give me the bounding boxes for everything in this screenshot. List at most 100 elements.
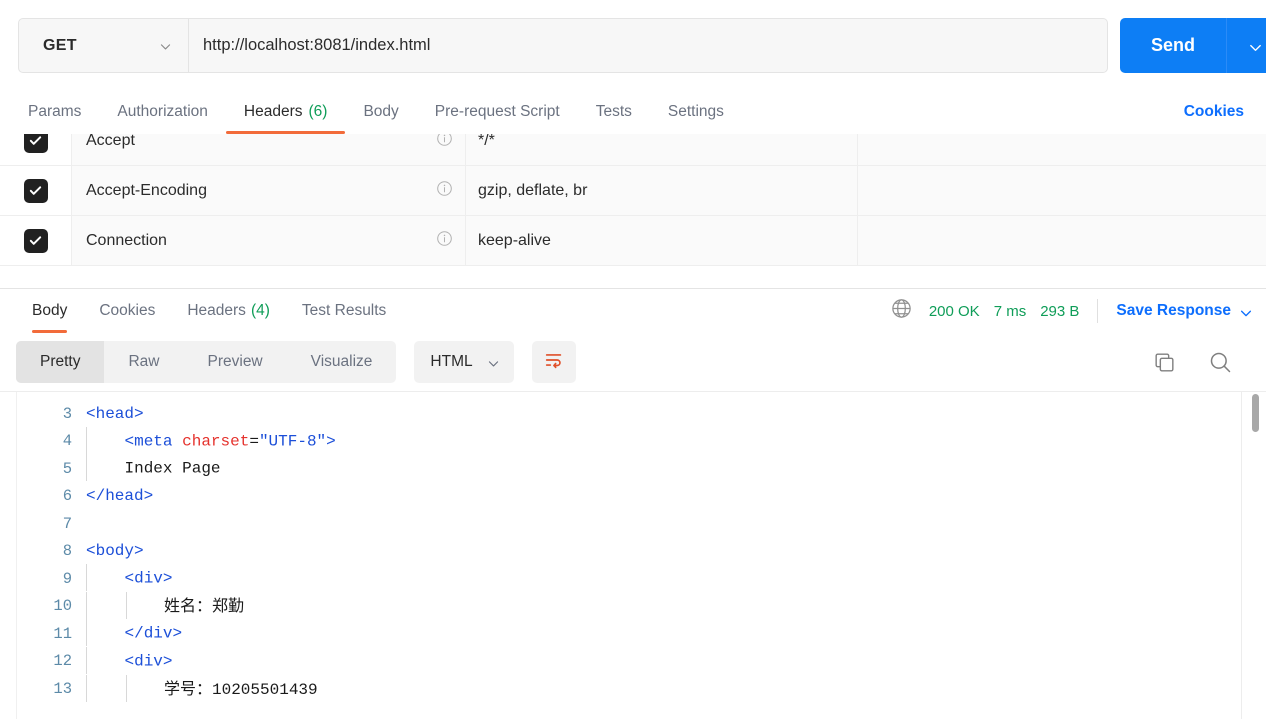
send-group: Send <box>1120 18 1266 73</box>
request-tab-pre-request-script[interactable]: Pre-request Script <box>417 90 578 134</box>
response-view-toolbar: Pretty Raw Preview Visualize HTML <box>0 333 1266 391</box>
response-tab-headers[interactable]: Headers (4) <box>171 289 286 333</box>
code-text: <body> <box>86 542 144 560</box>
table-row[interactable]: Accept */* <box>0 134 1266 166</box>
code-line: 13 学号：10205501439 <box>0 674 1266 703</box>
header-key-text: Accept-Encoding <box>86 181 207 199</box>
header-enabled-checkbox[interactable] <box>23 178 48 203</box>
request-tab-params[interactable]: Params <box>28 90 99 134</box>
request-bar: GET Send <box>0 0 1266 90</box>
indent-guide <box>86 564 87 592</box>
url-input[interactable] <box>203 36 1107 55</box>
response-tab-cookies[interactable]: Cookies <box>83 289 171 333</box>
code-line: 6 </head> <box>0 483 1266 511</box>
line-number: 12 <box>53 652 72 671</box>
code-text: <div> <box>86 646 173 675</box>
save-response-button[interactable]: Save Response <box>1116 302 1252 320</box>
send-button[interactable]: Send <box>1120 18 1226 73</box>
tab-label: Body <box>32 302 68 319</box>
view-mode-pretty[interactable]: Pretty <box>16 341 105 383</box>
code-text: 姓名：郑勤 <box>86 592 244 620</box>
tab-label: Headers <box>243 103 303 120</box>
header-description-cell[interactable] <box>858 134 1266 165</box>
response-tab-test-results[interactable]: Test Results <box>286 289 402 333</box>
info-icon[interactable] <box>436 180 453 202</box>
view-mode-visualize[interactable]: Visualize <box>287 341 397 383</box>
wrap-text-icon <box>543 349 565 376</box>
code-text: 学号：10205501439 <box>86 674 318 703</box>
code-line: 5 Index Page <box>0 454 1266 483</box>
http-method-select[interactable]: GET <box>19 19 189 72</box>
header-key-cell[interactable]: Accept-Encoding <box>72 166 466 215</box>
code-scrollbar-thumb[interactable] <box>1252 394 1259 432</box>
language-select[interactable]: HTML <box>414 341 514 383</box>
request-tab-headers[interactable]: Headers (6) <box>225 90 346 134</box>
indent-guide <box>125 674 127 702</box>
response-tab-body[interactable]: Body <box>16 289 83 333</box>
header-description-cell[interactable] <box>858 166 1266 215</box>
cookies-link[interactable]: Cookies <box>1184 90 1244 134</box>
code-text: <head> <box>86 405 144 423</box>
header-description-cell[interactable] <box>858 216 1266 265</box>
wrap-text-button[interactable] <box>531 341 576 383</box>
request-tab-tests[interactable]: Tests <box>578 90 650 134</box>
row-checkbox-cell <box>0 216 72 265</box>
code-token-tag: > <box>326 432 336 451</box>
code-token-eq: = <box>249 432 259 451</box>
line-number: 10 <box>53 597 72 616</box>
language-label: HTML <box>430 353 473 370</box>
code-token-txt: Index Page <box>124 459 221 478</box>
request-tab-authorization[interactable]: Authorization <box>99 90 225 134</box>
header-value-cell[interactable]: gzip, deflate, br <box>466 166 858 215</box>
tab-label: Body <box>363 103 399 120</box>
response-body-code[interactable]: 3 <head> 4 <meta charset="UTF-8"> 5 Index Pag… <box>0 391 1266 719</box>
code-token-tag: </div> <box>124 624 183 643</box>
line-number: 11 <box>53 624 72 643</box>
request-tab-settings[interactable]: Settings <box>650 90 742 134</box>
response-time: 7 ms <box>993 302 1027 320</box>
line-number: 8 <box>62 542 72 561</box>
copy-icon[interactable] <box>1152 350 1177 375</box>
tab-label: Params <box>28 103 82 120</box>
header-key-text: Accept <box>86 134 135 149</box>
tab-count: (4) <box>250 302 270 319</box>
indent-guide <box>86 646 87 674</box>
request-tab-body[interactable]: Body <box>345 90 416 134</box>
response-status: 200 OK <box>928 302 980 320</box>
header-value-cell[interactable]: */* <box>466 134 858 165</box>
line-number: 6 <box>62 487 72 506</box>
header-value-text: gzip, deflate, br <box>478 181 588 199</box>
indent-guide <box>125 592 127 620</box>
indent-guide <box>86 619 87 647</box>
view-mode-preview[interactable]: Preview <box>184 341 287 383</box>
code-token-tag: </head> <box>86 487 154 506</box>
row-checkbox-cell <box>0 134 72 165</box>
code-line: 10 姓名：郑勤 <box>0 592 1266 621</box>
code-right-divider <box>1241 392 1242 719</box>
response-meta: 200 OK 7 ms 293 B Save Response <box>890 289 1252 333</box>
header-enabled-checkbox[interactable] <box>23 228 48 253</box>
code-token-tag: <div> <box>124 652 173 671</box>
info-icon[interactable] <box>436 230 453 252</box>
code-text: <div> <box>86 564 173 592</box>
table-row[interactable]: Accept-Encoding gzip, deflate, br <box>0 166 1266 216</box>
line-number: 9 <box>62 569 72 588</box>
table-row[interactable]: Connection keep-alive <box>0 216 1266 266</box>
line-number: 3 <box>62 404 72 423</box>
indent-guide <box>86 454 87 482</box>
header-key-cell[interactable]: Accept <box>72 134 466 165</box>
view-mode-raw[interactable]: Raw <box>104 341 183 383</box>
info-icon[interactable] <box>436 134 453 152</box>
globe-icon[interactable] <box>890 297 913 325</box>
search-icon[interactable] <box>1207 349 1234 376</box>
code-lines: 3 <head> 4 <meta charset="UTF-8"> 5 Index Pag… <box>0 392 1266 703</box>
header-value-cell[interactable]: keep-alive <box>466 216 858 265</box>
code-scrollbar[interactable] <box>1252 392 1259 719</box>
response-panel: Body Cookies Headers (4) Test Results 200 OK… <box>0 288 1266 719</box>
send-options-dropdown[interactable] <box>1226 18 1266 73</box>
code-text: </div> <box>86 619 183 647</box>
header-key-cell[interactable]: Connection <box>72 216 466 265</box>
code-line: 9 <div> <box>0 564 1266 593</box>
line-number: 7 <box>62 514 72 533</box>
header-enabled-checkbox[interactable] <box>23 134 48 153</box>
